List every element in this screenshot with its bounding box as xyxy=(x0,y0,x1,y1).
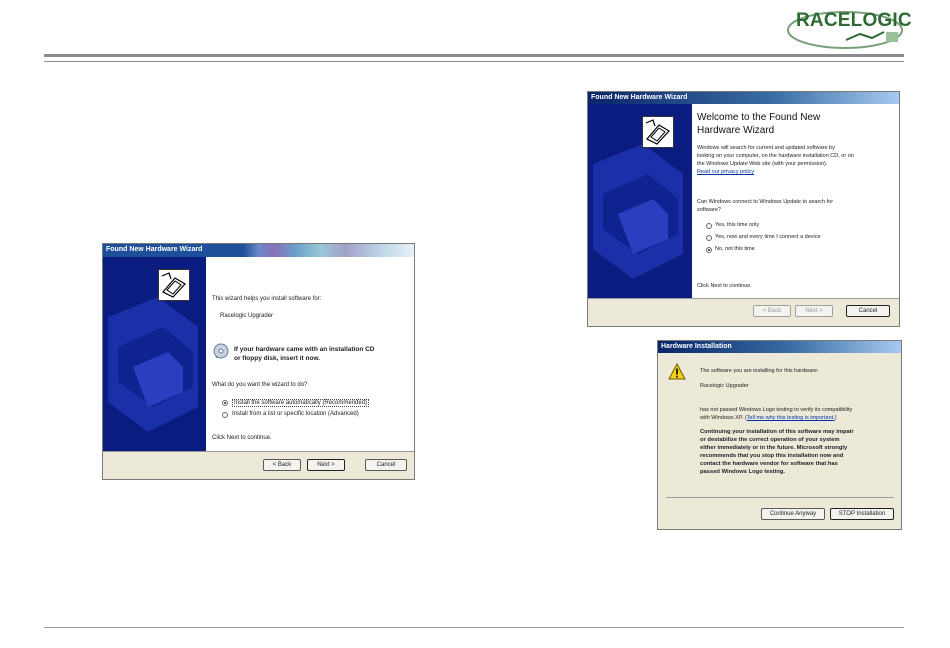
wizard-left-cd-prompt-2: or floppy disk, insert it now. xyxy=(234,355,321,362)
wizard-right-titlebar[interactable]: Found New Hardware Wizard xyxy=(588,92,899,104)
wizard-right-divider xyxy=(588,298,899,299)
wizard-right-body-2: looking on your computer, on the hardwar… xyxy=(697,153,854,159)
wizard-right-watermark-graphic xyxy=(588,104,692,298)
hardware-wizard-icon xyxy=(158,269,190,301)
hw-install-testing-link[interactable]: Tell me why this testing is important. xyxy=(747,415,835,421)
wizard-window-left: Found New Hardware Wizard This wizard he… xyxy=(102,243,415,480)
hw-install-line3-end: ) xyxy=(834,415,837,421)
wizard-left-option-auto[interactable]: Install the software automatically (Reco… xyxy=(232,399,370,407)
wizard-right-title: Found New Hardware Wizard xyxy=(591,94,688,101)
hw-install-warning-3: either immediately or in the future. Mic… xyxy=(700,445,848,451)
wizard-right-back-button[interactable]: < Back xyxy=(753,305,791,317)
wizard-left-cancel-button[interactable]: Cancel xyxy=(365,459,407,471)
wizard-left-next-button[interactable]: Next > xyxy=(307,459,345,471)
wizard-left-cd-prompt-1: If your hardware came with an installati… xyxy=(234,346,375,353)
wizard-left-back-button[interactable]: < Back xyxy=(263,459,301,471)
wizard-window-right: Found New Hardware Wizard Welcome to the… xyxy=(587,91,900,327)
footer-rule xyxy=(44,627,904,628)
wizard-right-cancel-button[interactable]: Cancel xyxy=(846,305,890,317)
hardware-installation-dialog: Hardware Installation The software you a… xyxy=(657,340,902,530)
racelogic-logo: RACELOGIC xyxy=(786,8,912,50)
wizard-right-heading-2: Hardware Wizard xyxy=(697,125,775,136)
wizard-watermark-graphic xyxy=(103,257,206,451)
hw-install-line3: with Windows XP. (Tell me why this testi… xyxy=(700,415,837,421)
hw-install-warning-1: Continuing your installation of this sof… xyxy=(700,429,854,435)
hw-install-line2: has not passed Windows Logo testing to v… xyxy=(700,407,853,413)
hw-install-warning-2: or destabilize the correct operation of … xyxy=(700,437,840,443)
wizard-right-option-once[interactable]: Yes, this time only xyxy=(715,222,759,228)
wizard-left-device: Racelogic Upgrader xyxy=(220,313,274,319)
wizard-right-content: Welcome to the Found New Hardware Wizard… xyxy=(692,104,899,298)
wizard-left-intro: This wizard helps you install software f… xyxy=(212,296,322,302)
wizard-right-body-1: Windows will search for current and upda… xyxy=(697,145,835,151)
wizard-left-content: This wizard helps you install software f… xyxy=(206,257,414,451)
hw-install-device: Racelogic Upgrader xyxy=(700,383,749,389)
continue-anyway-button[interactable]: Continue Anyway xyxy=(761,508,825,520)
wizard-right-option-once-radio[interactable] xyxy=(706,223,712,229)
hw-install-line3-start: with Windows XP. ( xyxy=(700,415,747,421)
wizard-right-option-always[interactable]: Yes, now and every time I connect a devi… xyxy=(715,234,821,240)
hw-install-titlebar[interactable]: Hardware Installation xyxy=(658,341,901,353)
wizard-left-divider xyxy=(103,451,414,452)
wizard-left-titlebar[interactable]: Found New Hardware Wizard xyxy=(103,244,414,257)
wizard-right-option-always-radio[interactable] xyxy=(706,235,712,241)
stop-installation-button[interactable]: STOP Installation xyxy=(830,508,894,520)
wizard-right-next-button[interactable]: Next > xyxy=(795,305,833,317)
wizard-left-option-auto-radio[interactable] xyxy=(222,400,228,406)
wizard-right-side-panel xyxy=(588,104,692,298)
hw-install-line1: The software you are installing for this… xyxy=(700,368,819,374)
hw-install-warning-6: passed Windows Logo testing. xyxy=(700,469,785,475)
wizard-left-side-panel xyxy=(103,257,206,451)
wizard-left-question: What do you want the wizard to do? xyxy=(212,382,308,388)
wizard-left-option-advanced-radio[interactable] xyxy=(222,412,228,418)
wizard-right-option-no-radio[interactable] xyxy=(706,247,712,253)
wizard-right-continue: Click Next to continue. xyxy=(697,283,752,289)
wizard-right-body-3: the Windows Update Web site (with your p… xyxy=(697,161,828,167)
hw-install-title: Hardware Installation xyxy=(661,343,732,350)
hardware-wizard-icon xyxy=(642,116,674,148)
cd-icon xyxy=(213,343,229,359)
hw-install-warning-4: recommends that you stop this installati… xyxy=(700,453,844,459)
wizard-right-question-2: software? xyxy=(697,207,721,213)
hw-install-warning-5: contact the hardware vendor for software… xyxy=(700,461,838,467)
wizard-right-heading-1: Welcome to the Found New xyxy=(697,112,821,123)
wizard-left-option-advanced[interactable]: Install from a list or specific location… xyxy=(232,411,359,417)
warning-icon xyxy=(668,363,686,380)
wizard-left-continue: Click Next to continue. xyxy=(212,435,272,441)
header-rule xyxy=(44,54,904,57)
wizard-right-option-no[interactable]: No, not this time xyxy=(715,246,755,252)
hw-install-divider xyxy=(666,497,894,498)
header-rule-thin xyxy=(44,61,904,62)
logo-text: RACELOGIC xyxy=(796,10,912,31)
wizard-right-privacy-link[interactable]: Read our privacy policy xyxy=(697,169,754,175)
wizard-right-question-1: Can Windows connect to Windows Update to… xyxy=(697,199,834,205)
wizard-left-title: Found New Hardware Wizard xyxy=(106,246,203,253)
